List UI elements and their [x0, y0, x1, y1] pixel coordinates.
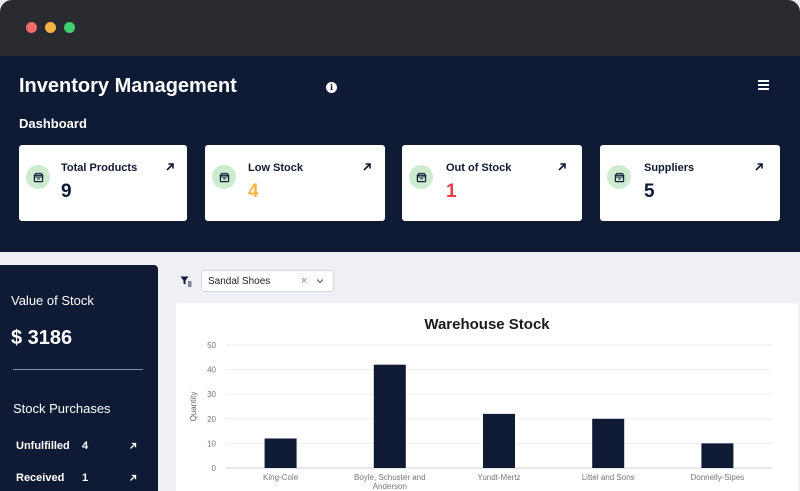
card-label: Out of Stock: [446, 162, 512, 174]
card-value: 5: [644, 181, 655, 202]
y-tick-label: 10: [207, 439, 216, 448]
received-count: 1: [82, 472, 89, 484]
arrow-up-right-icon[interactable]: [361, 161, 373, 173]
x-tick-label: Littel and Sons: [582, 473, 635, 482]
stock-value: $ 3186: [11, 327, 73, 349]
stock-purchases-label: Stock Purchases: [13, 401, 111, 416]
box-icon: [409, 165, 433, 189]
bar: [264, 438, 297, 468]
x-tick-label: Boyle, Schuster and: [354, 473, 426, 482]
warehouse-stock-chart: Warehouse Stock 0 10 20 30 40 50 Quantity King-…: [176, 303, 798, 491]
arrow-up-right-icon[interactable]: [128, 441, 138, 451]
selected-product: Sandal Shoes: [208, 276, 271, 287]
card-label: Suppliers: [644, 162, 695, 174]
card-total-products[interactable]: Total Products 9: [19, 145, 187, 221]
product-filter-select[interactable]: Sandal Shoes ×: [201, 270, 334, 292]
arrow-up-right-icon[interactable]: [128, 473, 138, 483]
card-label: Total Products: [61, 162, 138, 174]
window-titlebar: [0, 0, 800, 56]
chart-canvas: 0 10 20 30 40 50 Quantity King-Cole Boyle, Schus…: [189, 341, 772, 491]
close-window-button[interactable]: [26, 22, 37, 33]
x-tick-label: Yundt-Mertz: [477, 473, 520, 482]
y-tick-label: 50: [207, 341, 216, 350]
minimize-window-button[interactable]: [45, 22, 56, 33]
card-value: 9: [61, 181, 72, 202]
chevron-down-icon[interactable]: [316, 277, 324, 285]
y-axis-label: Quantity: [189, 392, 198, 422]
box-icon: [607, 165, 631, 189]
y-tick-label: 0: [212, 464, 217, 473]
info-icon[interactable]: i: [326, 82, 337, 93]
x-tick-label: King-Cole: [263, 473, 299, 482]
y-tick-label: 20: [207, 415, 216, 424]
y-tick-label: 40: [207, 366, 216, 375]
card-value: 1: [446, 181, 457, 202]
clear-icon[interactable]: ×: [301, 275, 307, 287]
bar: [373, 364, 406, 468]
unfulfilled-count: 4: [82, 440, 89, 452]
unfulfilled-label: Unfulfilled: [16, 440, 70, 452]
box-icon: [26, 165, 50, 189]
filter-icon[interactable]: [180, 276, 192, 287]
bar: [701, 443, 734, 468]
card-low-stock[interactable]: Low Stock 4: [205, 145, 385, 221]
arrow-up-right-icon[interactable]: [753, 161, 765, 173]
received-label: Received: [16, 472, 65, 484]
app-title: Inventory Management: [19, 75, 237, 97]
divider: [13, 369, 143, 370]
page-subtitle: Dashboard: [19, 116, 87, 131]
arrow-up-right-icon[interactable]: [164, 161, 176, 173]
stock-value-label: Value of Stock: [11, 293, 94, 308]
x-tick-label: Donnelly-Sipes: [690, 473, 744, 482]
maximize-window-button[interactable]: [64, 22, 75, 33]
hamburger-menu-icon[interactable]: [758, 80, 769, 90]
box-icon: [212, 165, 236, 189]
card-label: Low Stock: [248, 162, 304, 174]
y-tick-label: 30: [207, 390, 216, 399]
bar: [483, 413, 515, 468]
app-header: Inventory Management i Dashboard Total P…: [0, 56, 800, 252]
card-suppliers[interactable]: Suppliers 5: [600, 145, 780, 221]
x-tick-label: Anderson: [373, 482, 407, 491]
bar: [592, 418, 625, 468]
stock-sidebar: Value of Stock $ 3186 Stock Purchases Un…: [0, 265, 158, 491]
card-out-of-stock[interactable]: Out of Stock 1: [402, 145, 582, 221]
card-value: 4: [248, 181, 259, 202]
arrow-up-right-icon[interactable]: [556, 161, 568, 173]
